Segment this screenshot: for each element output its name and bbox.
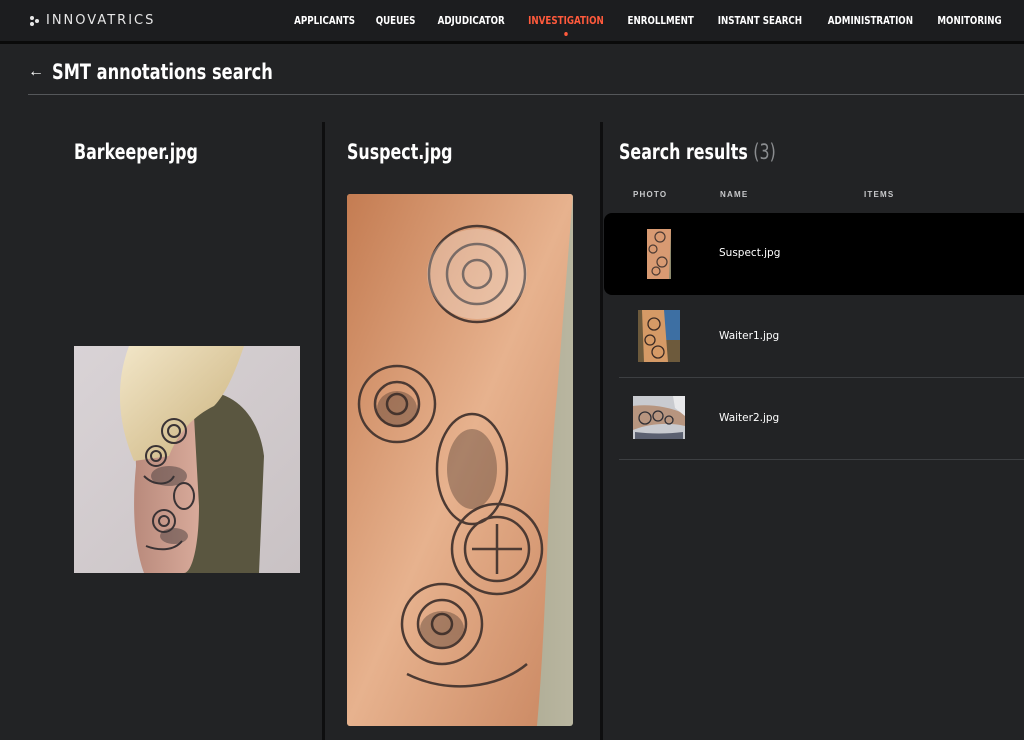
result-row[interactable]: Suspect.jpg [604,213,1024,295]
logo-dots-icon [30,15,40,26]
nav-enrollment[interactable]: ENROLLMENT [627,14,693,27]
nav-queues[interactable]: QUEUES [376,14,416,27]
innovatrics-logo[interactable]: INNOVATRICS [30,13,155,28]
result-row[interactable]: Waiter2.jpg [619,378,1024,460]
page-title: SMT annotations search [52,60,273,84]
results-count: (3) [753,140,776,164]
result-name: Suspect.jpg [719,247,781,259]
candidate-tattoo-photo [347,194,573,726]
search-results-title: Search results (3) [619,140,776,164]
result-thumbnail [633,396,685,439]
result-thumbnail [647,229,671,279]
search-results-label: Search results [619,140,748,164]
nav-applicants[interactable]: APPLICANTS [294,14,355,27]
nav-adjudicator[interactable]: ADJUDICATOR [437,14,504,27]
column-header-name[interactable]: NAME [720,190,748,199]
nav-administration[interactable]: ADMINISTRATION [828,14,913,27]
result-row[interactable]: Waiter1.jpg [619,296,1024,378]
query-image-title: Barkeeper.jpg [74,140,198,164]
column-header-items[interactable]: ITEMS [864,190,894,199]
top-navigation-bar: INNOVATRICS APPLICANTS QUEUES ADJUDICATO… [0,0,1024,44]
column-divider [600,122,603,740]
result-name: Waiter2.jpg [719,412,780,424]
nav-investigation[interactable]: INVESTIGATION [528,14,604,36]
logo-text: INNOVATRICS [46,13,156,28]
page-header: ← SMT annotations search [28,60,1024,95]
result-thumbnail [638,310,680,362]
nav-monitoring[interactable]: MONITORING [937,14,1001,27]
nav-instant-search[interactable]: INSTANT SEARCH [718,14,802,27]
arrow-left-icon[interactable]: ← [28,63,44,81]
main-nav: APPLICANTS QUEUES ADJUDICATOR INVESTIGAT… [290,14,1006,36]
result-name: Waiter1.jpg [719,330,780,342]
candidate-image-title: Suspect.jpg [347,140,453,164]
results-table-header: PHOTO NAME ITEMS [604,190,1024,204]
column-header-photo[interactable]: PHOTO [633,190,667,199]
column-divider [322,122,325,740]
query-tattoo-photo [74,346,300,573]
